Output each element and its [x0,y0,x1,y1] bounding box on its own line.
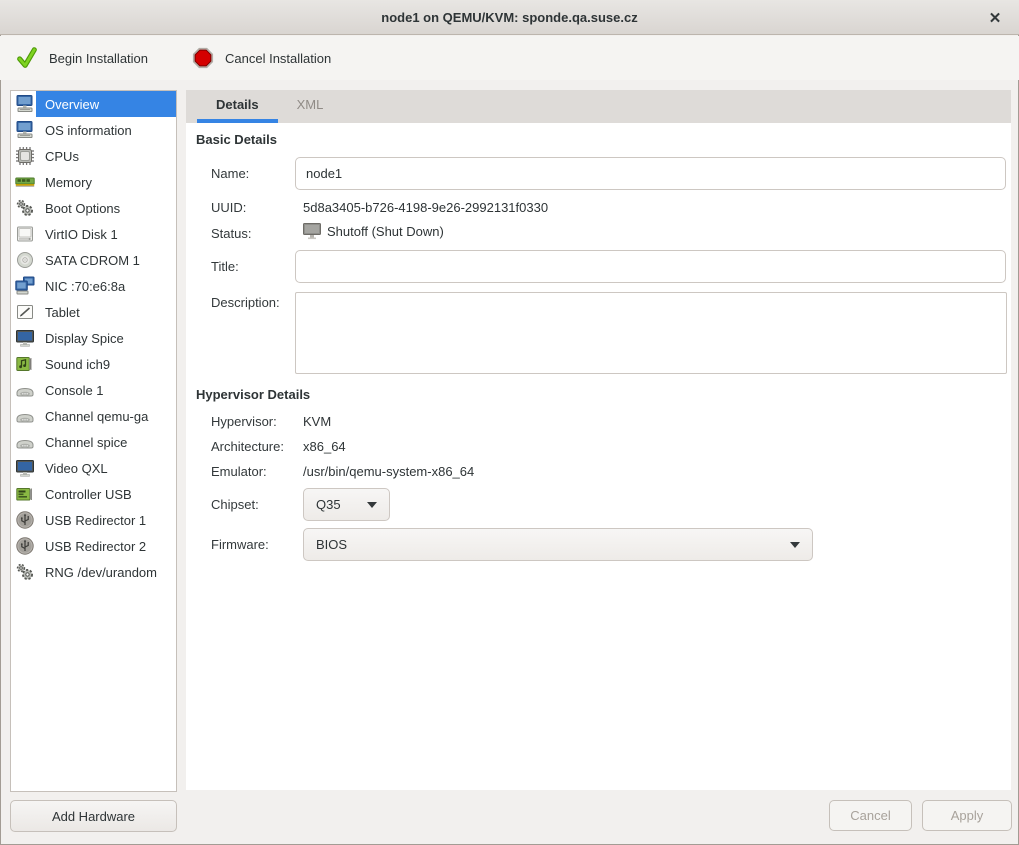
display-icon [14,457,36,479]
titlebar[interactable]: node1 on QEMU/KVM: sponde.qa.suse.cz ✕ [0,0,1019,35]
tablet-icon [14,301,36,323]
computer-icon [14,93,36,115]
disk-icon [14,223,36,245]
sidebar-item-cpus[interactable]: CPUs [11,143,176,169]
shutoff-monitor-icon [302,222,322,240]
vm-details-window: node1 on QEMU/KVM: sponde.qa.suse.cz ✕ B… [0,0,1019,845]
sidebar-item-console-1[interactable]: Console 1 [11,377,176,403]
sidebar-item-overview[interactable]: Overview [11,91,176,117]
name-input[interactable] [295,157,1006,190]
uuid-label: UUID: [211,200,246,215]
computer-icon [14,119,36,141]
sidebar-item-sound-ich9[interactable]: Sound ich9 [11,351,176,377]
begin-installation-label: Begin Installation [49,51,148,66]
console-icon [14,431,36,453]
uuid-value: 5d8a3405-b726-4198-9e26-2992131f0330 [303,200,548,215]
sidebar-item-controller-usb[interactable]: Controller USB [11,481,176,507]
cancel-button[interactable]: Cancel [829,800,912,831]
hypervisor-label: Hypervisor: [211,414,277,429]
hypervisor-value: KVM [303,414,331,429]
tab-details[interactable]: Details [197,90,278,123]
sound-icon [14,353,36,375]
description-label: Description: [211,295,280,310]
memory-icon [14,171,36,193]
sidebar-item-display-spice[interactable]: Display Spice [11,325,176,351]
usb-icon [14,509,36,531]
description-textarea[interactable] [295,292,1007,374]
usb-icon [14,535,36,557]
sidebar-item-tablet[interactable]: Tablet [11,299,176,325]
gears-icon [14,561,36,583]
firmware-value: BIOS [316,537,347,552]
sidebar-list: Overview OS information CPUs Memory Boot… [10,90,177,792]
emulator-value: /usr/bin/qemu-system-x86_64 [303,464,474,479]
window-title: node1 on QEMU/KVM: sponde.qa.suse.cz [381,10,637,25]
controller-icon [14,483,36,505]
chipset-label: Chipset: [211,497,259,512]
sidebar-item-channel-spice[interactable]: Channel spice [11,429,176,455]
sidebar-item-virtio-disk-1[interactable]: VirtIO Disk 1 [11,221,176,247]
emulator-label: Emulator: [211,464,267,479]
cancel-installation-button[interactable]: Cancel Installation [182,43,341,73]
sidebar-item-usb-redirector-2[interactable]: USB Redirector 2 [11,533,176,559]
console-icon [14,405,36,427]
stop-icon [192,47,214,69]
sidebar-item-boot-options[interactable]: Boot Options [11,195,176,221]
cancel-installation-label: Cancel Installation [225,51,331,66]
gears-icon [14,197,36,219]
cdrom-icon [14,249,36,271]
cpu-icon [14,145,36,167]
toolbar: Begin Installation Cancel Installation [0,36,1019,80]
chipset-value: Q35 [316,497,341,512]
architecture-label: Architecture: [211,439,284,454]
sidebar-item-nic-70-e6-8a[interactable]: NIC :70:e6:8a [11,273,176,299]
console-icon [14,379,36,401]
sidebar-item-channel-qemu-ga[interactable]: Channel qemu-ga [11,403,176,429]
add-hardware-button[interactable]: Add Hardware [10,800,177,832]
title-input[interactable] [295,250,1006,283]
chevron-down-icon [367,502,377,508]
nic-icon [14,275,36,297]
title-label: Title: [211,259,239,274]
chevron-down-icon [790,542,800,548]
chipset-dropdown[interactable]: Q35 [303,488,390,521]
status-label: Status: [211,226,251,241]
details-panel: Basic Details Name: UUID: 5d8a3405-b726-… [186,123,1011,790]
tab-xml[interactable]: XML [278,90,343,123]
close-icon[interactable]: ✕ [981,0,1009,35]
apply-button[interactable]: Apply [922,800,1012,831]
basic-details-heading: Basic Details [196,132,277,147]
checkmark-icon [16,47,38,69]
sidebar-item-video-qxl[interactable]: Video QXL [11,455,176,481]
sidebar-item-memory[interactable]: Memory [11,169,176,195]
firmware-dropdown[interactable]: BIOS [303,528,813,561]
sidebar-item-rng-dev-urandom[interactable]: RNG /dev/urandom [11,559,176,585]
sidebar-item-usb-redirector-1[interactable]: USB Redirector 1 [11,507,176,533]
architecture-value: x86_64 [303,439,346,454]
sidebar-item-sata-cdrom-1[interactable]: SATA CDROM 1 [11,247,176,273]
tabstrip: Details XML [186,90,1011,123]
begin-installation-button[interactable]: Begin Installation [6,43,158,73]
name-label: Name: [211,166,249,181]
hypervisor-details-heading: Hypervisor Details [196,387,310,402]
status-value: Shutoff (Shut Down) [327,224,444,239]
firmware-label: Firmware: [211,537,269,552]
sidebar-item-os-information[interactable]: OS information [11,117,176,143]
display-icon [14,327,36,349]
